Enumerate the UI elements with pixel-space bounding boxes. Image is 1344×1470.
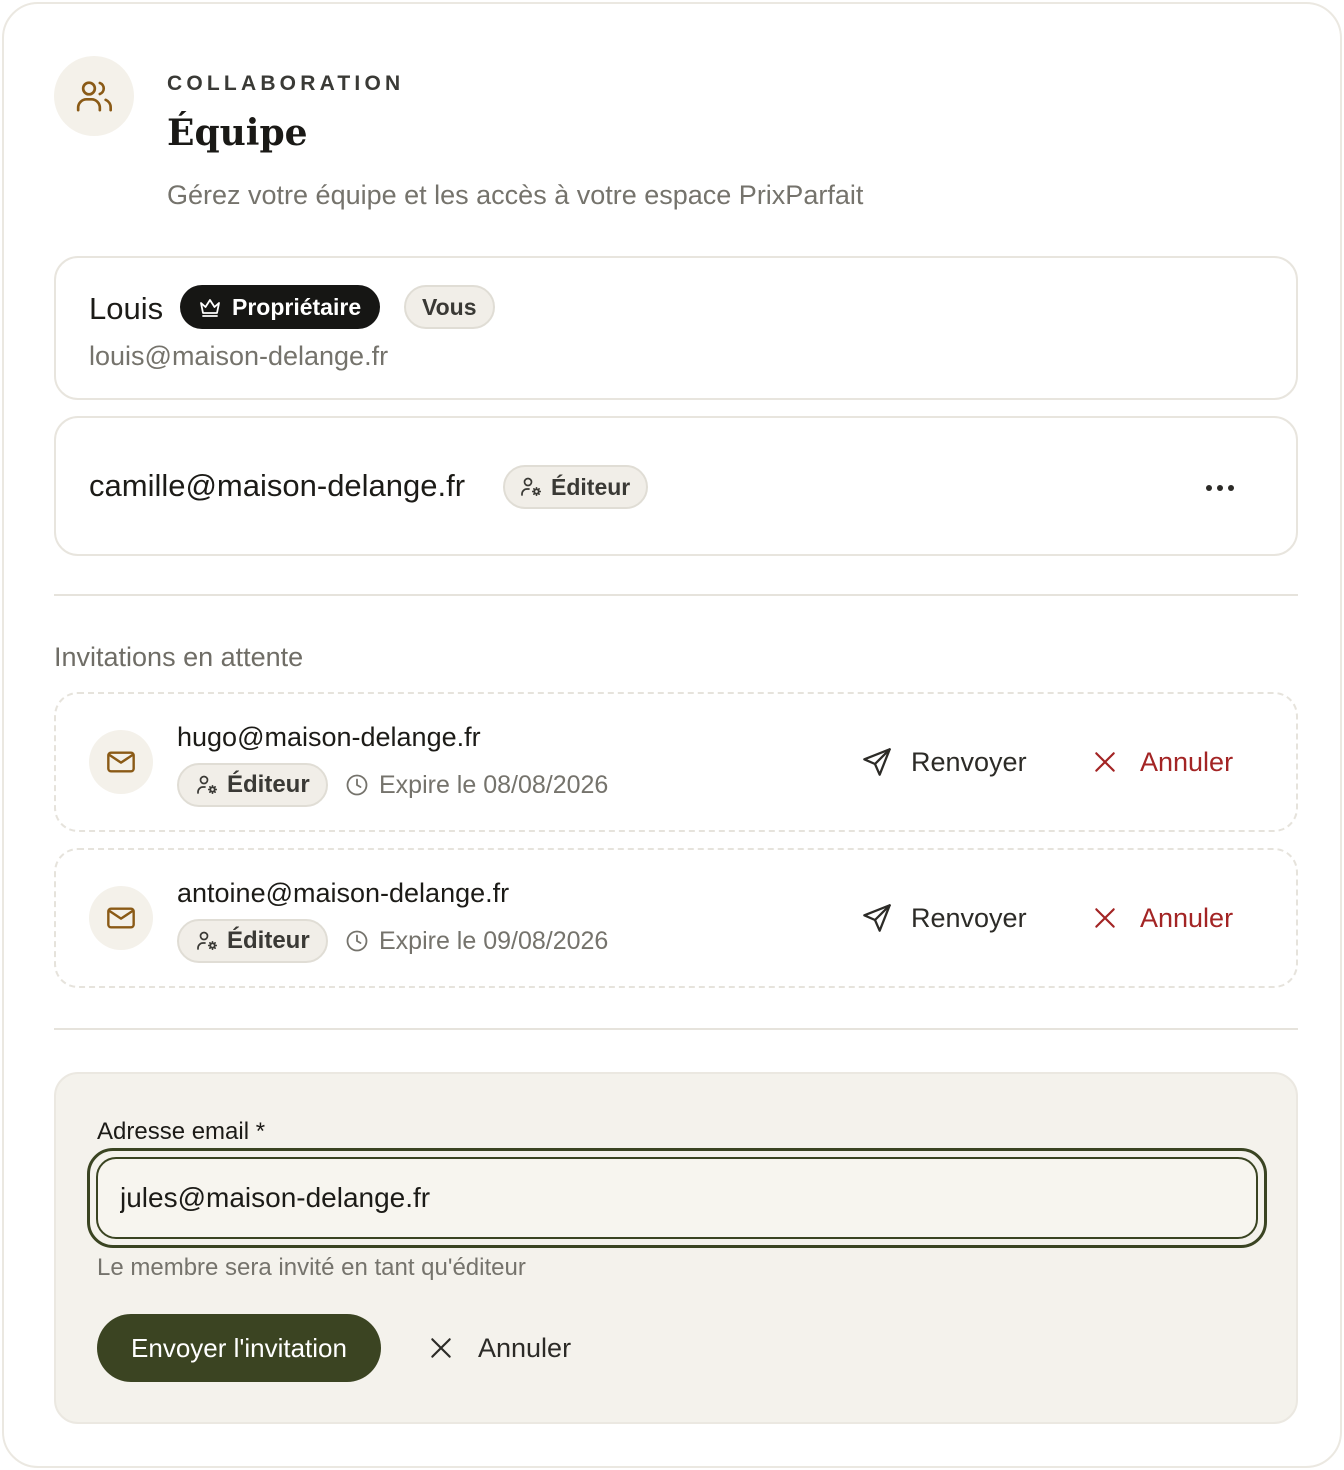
resend-label: Renvoyer <box>911 902 1027 933</box>
users-icon <box>54 56 134 136</box>
invitation-expiry: Expire le 08/08/2026 <box>345 767 608 803</box>
invitation-expiry-text: Expire le 09/08/2026 <box>379 926 609 955</box>
email-field-focus-ring <box>87 1148 1267 1248</box>
mail-icon <box>89 730 153 794</box>
user-cog-icon <box>195 773 219 797</box>
resend-invitation-button[interactable]: Renvoyer <box>861 742 1027 782</box>
section-eyebrow: COLLABORATION <box>167 72 405 95</box>
invitation-email: hugo@maison-delange.fr <box>177 722 481 752</box>
team-card: COLLABORATION Équipe Gérez votre équipe … <box>2 2 1342 1468</box>
invitation-expiry: Expire le 09/08/2026 <box>345 923 608 959</box>
resend-label: Renvoyer <box>911 746 1027 777</box>
cancel-label: Annuler <box>1140 746 1234 777</box>
cancel-label: Annuler <box>1140 902 1234 933</box>
editor-role-label: Éditeur <box>551 473 631 500</box>
cancel-form-button[interactable]: Annuler <box>428 1328 571 1368</box>
crown-icon <box>198 295 222 319</box>
invitation-role-badge: Éditeur <box>177 919 328 963</box>
editor-role-badge: Éditeur <box>503 465 649 509</box>
page-subtitle: Gérez votre équipe et les accès à votre … <box>167 180 864 210</box>
invitation-expiry-text: Expire le 08/08/2026 <box>379 770 609 799</box>
member-card-editor: camille@maison-delange.fr Éditeur <box>54 416 1298 556</box>
member-email: louis@maison-delange.fr <box>89 341 389 371</box>
resend-invitation-button[interactable]: Renvoyer <box>861 898 1027 938</box>
cancel-invitation-button[interactable]: Annuler <box>1092 898 1233 938</box>
member-email: camille@maison-delange.fr <box>89 468 466 503</box>
email-field-label: Adresse email * <box>97 1118 266 1145</box>
clock-icon <box>345 929 369 953</box>
pending-invitations-title: Invitations en attente <box>54 642 304 672</box>
close-icon <box>1092 905 1118 931</box>
invitation-card: hugo@maison-delange.fr Éditeur Expire le… <box>54 692 1298 832</box>
invitation-email: antoine@maison-delange.fr <box>177 878 510 908</box>
invitation-role-label: Éditeur <box>227 927 310 954</box>
owner-role-badge: Propriétaire <box>180 285 381 329</box>
clock-icon <box>345 773 369 797</box>
close-icon <box>428 1335 454 1361</box>
you-badge: Vous <box>404 285 495 329</box>
member-card-owner: Louis Propriétaire Vous louis@maison-del… <box>54 256 1298 400</box>
cancel-invitation-button[interactable]: Annuler <box>1092 742 1233 782</box>
send-invitation-button[interactable]: Envoyer l'invitation <box>97 1314 381 1382</box>
mail-icon <box>89 886 153 950</box>
member-name: Louis <box>89 291 164 326</box>
divider <box>54 594 1298 596</box>
invite-form: Adresse email * Le membre sera invité en… <box>54 1072 1298 1424</box>
page-title: Équipe <box>167 112 308 154</box>
send-icon <box>861 746 893 778</box>
you-label: Vous <box>422 293 477 320</box>
invitation-role-label: Éditeur <box>227 771 310 798</box>
more-options-button[interactable] <box>1198 470 1242 506</box>
owner-role-label: Propriétaire <box>232 293 362 320</box>
user-cog-icon <box>195 929 219 953</box>
invitation-card: antoine@maison-delange.fr Éditeur Expire… <box>54 848 1298 988</box>
more-horizontal-icon <box>1205 484 1235 492</box>
email-field-helper: Le membre sera invité en tant qu'éditeur <box>97 1254 526 1281</box>
close-icon <box>1092 749 1118 775</box>
send-icon <box>861 902 893 934</box>
user-cog-icon <box>519 475 543 499</box>
cancel-form-label: Annuler <box>478 1332 572 1363</box>
email-field[interactable] <box>96 1157 1258 1239</box>
divider <box>54 1028 1298 1030</box>
invitation-role-badge: Éditeur <box>177 763 328 807</box>
